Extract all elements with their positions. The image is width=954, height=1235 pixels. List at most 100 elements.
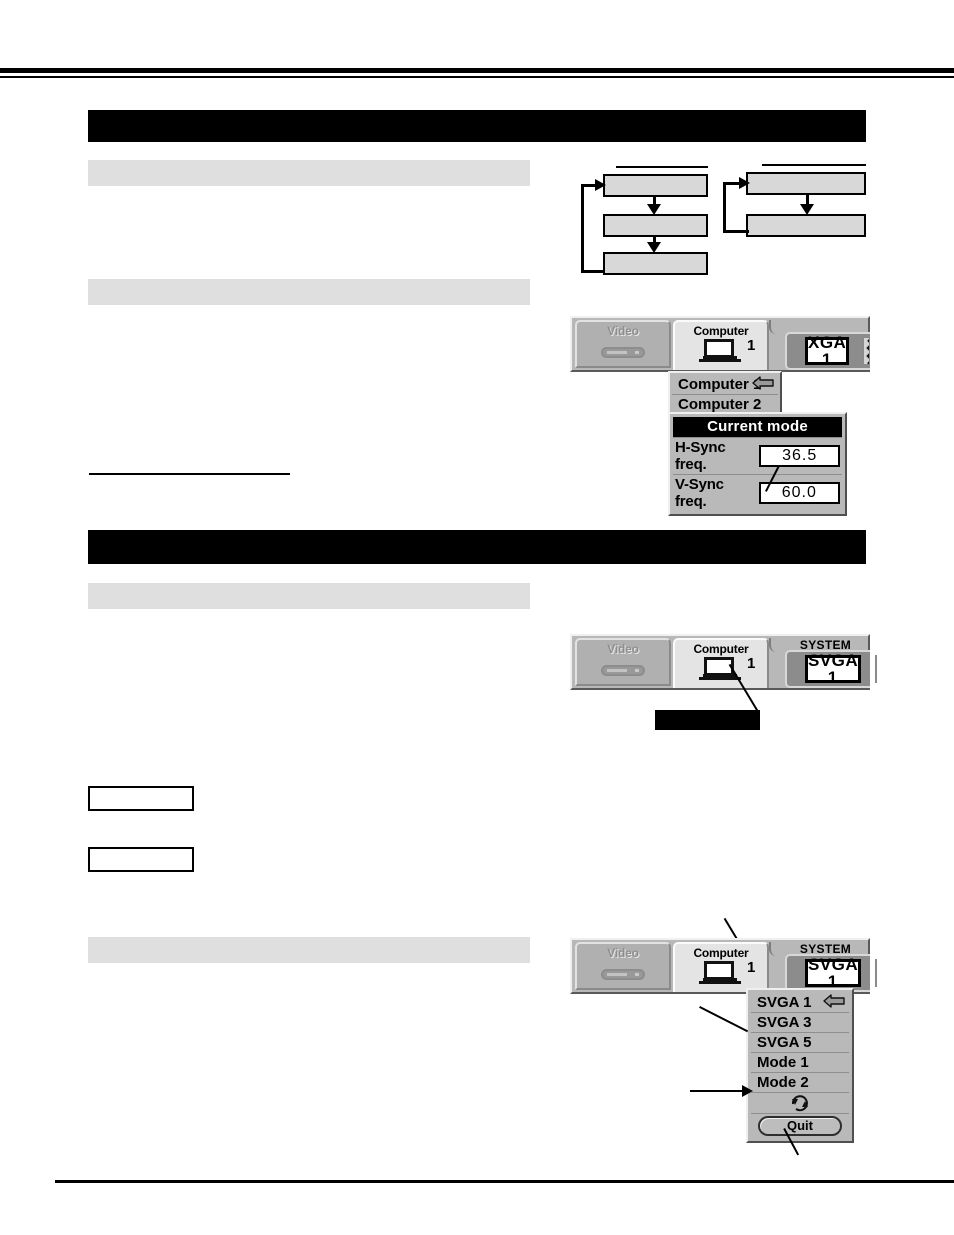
footer-rule [55,1180,954,1183]
dropdown-item-svga-1[interactable]: SVGA 1 [751,993,849,1013]
tab-computer[interactable]: Computer 1 [673,942,769,992]
laptop-icon [699,961,743,987]
tab-computer[interactable]: Computer 1 [673,320,769,370]
flow-a-arrow-2 [647,242,661,253]
section-2-heading-bar [88,530,866,564]
zigzag-pattern-icon[interactable] [874,655,877,683]
vsync-value: 60.0 [758,482,840,504]
section-1-subhead-2 [88,279,530,305]
dropdown-leader-top [699,1006,749,1033]
osd-2-field-area: SYSTEM SVGA 1 [783,636,877,688]
hsync-label: H-Sync freq. [675,439,726,473]
flow-b-box-1 [746,172,866,195]
tab-video-label: Video [607,324,639,338]
dropdown-item-svga-5[interactable]: SVGA 5 [751,1033,849,1053]
hsync-value: 36.5 [759,445,840,467]
tab-computer-number: 1 [747,655,756,672]
osd-3-field-strip[interactable]: SVGA 1 [785,954,877,992]
flow-a-loop-left [581,186,584,273]
tab-computer-label: Computer [693,324,749,338]
osd-2-value[interactable]: SVGA 1 [805,652,861,686]
flow-two-step [718,164,870,244]
flow-a-box-2 [603,214,708,237]
dropdown-item-mode-2-label: Mode 2 [757,1074,809,1091]
current-mode-row-vsync: V-Sync freq. 60.0 [673,474,842,511]
auto-cycle-icon [789,1094,811,1112]
header-rule-thin [0,76,954,78]
dropdown-item-svga-5-label: SVGA 5 [757,1034,812,1051]
quit-button[interactable]: Quit [758,1116,842,1136]
osd-1-field-strip[interactable]: XGA 1 [785,332,870,370]
osd-2-field-strip[interactable]: SVGA 1 [785,650,877,688]
current-mode-row-hsync: H-Sync freq. 36.5 [673,437,842,474]
dropdown-leader-cycle-arrow [742,1085,753,1097]
flow-a-box-3 [603,252,708,275]
tab-computer-label: Computer [693,946,749,960]
flow-a-top-rule [616,166,708,168]
tab-notch [769,638,783,652]
dropdown-leader-cycle [690,1090,746,1092]
video-deck-icon [601,663,645,678]
video-deck-icon [601,345,645,360]
dropdown-quit-row[interactable]: Quit [751,1114,849,1138]
flow-b-box-2 [746,214,866,237]
tab-video[interactable]: Video [575,638,671,686]
menu-item-computer-2-label: Computer 2 [678,396,762,413]
osd-1-value[interactable]: XGA 1 [805,334,849,368]
flow-b-loop-arrow [739,177,750,189]
zigzag-pattern-icon[interactable] [874,959,877,987]
osd-1-current-mode-panel: Current mode H-Sync freq. 36.5 V-Sync fr… [668,412,847,516]
dropdown-item-svga-1-label: SVGA 1 [757,994,812,1011]
osd-panel-3[interactable]: Video Computer 1 SYSTEM SVGA 1 [570,938,877,994]
section-2-subhead-2 [88,937,530,963]
video-deck-icon [601,967,645,982]
inline-note-box-2 [88,847,194,872]
flow-b-arrow [800,204,814,215]
tab-computer-number: 1 [747,337,756,354]
selection-pointer-icon [752,375,774,394]
dropdown-item-mode-1-label: Mode 1 [757,1054,809,1071]
section-1-note-rule [89,473,290,475]
vsync-label: V-Sync freq. [675,476,724,510]
tab-notch [769,320,783,334]
menu-item-computer-1[interactable]: Computer 1 [672,375,778,395]
osd-3-field-area: SYSTEM SVGA 1 [783,940,877,992]
menu-item-computer-1-label: Computer 1 [678,376,762,393]
tab-computer-label: Computer [693,642,749,656]
section-1-heading-bar [88,110,866,142]
section-2-subhead-1 [88,583,530,609]
zigzag-pattern-icon[interactable] [862,337,870,365]
laptop-icon [699,339,743,365]
flow-b-loop-bottom [723,230,749,233]
tab-video[interactable]: Video [575,320,671,368]
osd-3-value[interactable]: SVGA 1 [805,956,861,990]
section-1-subhead-1 [88,160,530,186]
dropdown-item-auto-cycle[interactable] [751,1093,849,1114]
tab-video-label: Video [607,642,639,656]
header-rule-thick [0,68,954,73]
current-mode-title: Current mode [673,417,842,437]
osd-1-field-area: XGA 1 [783,318,870,370]
tab-notch [769,942,783,956]
tab-computer-number: 1 [747,959,756,976]
osd-panel-2[interactable]: Video Computer 1 SYSTEM SVGA 1 [570,634,877,690]
inline-note-box-1 [88,786,194,811]
manual-page: Video Computer 1 XGA 1 Computer 1 Comput… [0,0,954,1235]
osd-2-callout-box [655,710,760,730]
flow-b-loop-left [723,184,726,233]
osd-1-source-menu[interactable]: Computer 1 Computer 2 [668,371,782,418]
flow-three-step [578,166,718,278]
flow-b-top-rule [762,164,866,166]
dropdown-item-mode-2[interactable]: Mode 2 [751,1073,849,1093]
dropdown-item-mode-1[interactable]: Mode 1 [751,1053,849,1073]
flow-a-box-1 [603,174,708,197]
osd-3-dropdown[interactable]: SVGA 1 SVGA 3 SVGA 5 Mode 1 Mode 2 Quit [746,988,854,1143]
tab-computer[interactable]: Computer 1 [673,638,769,688]
osd-panel-1[interactable]: Video Computer 1 XGA 1 [570,316,870,372]
selection-pointer-icon [823,993,845,1012]
tab-video[interactable]: Video [575,942,671,990]
flow-a-arrow-1 [647,204,661,215]
flow-a-loop-bottom [581,270,605,273]
dropdown-item-svga-3-label: SVGA 3 [757,1014,812,1031]
dropdown-item-svga-3[interactable]: SVGA 3 [751,1013,849,1033]
